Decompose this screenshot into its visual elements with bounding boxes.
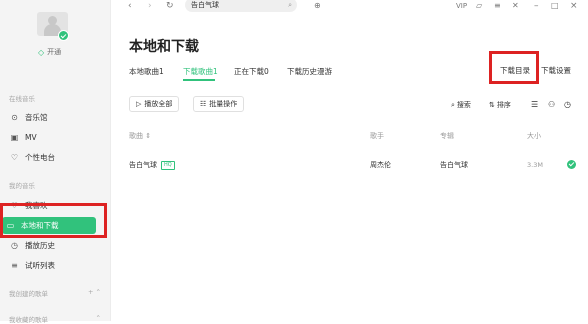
song-size: 3.3M — [527, 161, 543, 169]
sidebar-item-label: 音乐馆 — [25, 113, 48, 122]
column-header-label: 歌曲 — [129, 132, 143, 140]
sidebar: ◇ 开通 在线音乐 ⊙ 音乐馆 ▣ MV ♡ 个性电台 我的音乐 ♡ 我喜欢 ▭ 本地和下载… — [0, 0, 111, 324]
play-icon: ▷ — [136, 100, 142, 108]
list-icon: ≡ — [11, 261, 18, 270]
add-chevron-icon[interactable]: + ⌃ — [88, 288, 101, 298]
forward-icon[interactable]: › — [148, 0, 152, 12]
music-hall-icon: ⊙ — [11, 113, 18, 122]
sidebar-item-label: 本地和下载 — [21, 221, 59, 230]
listen-recognize-icon[interactable]: ⊕ — [314, 0, 321, 12]
sidebar-item-label: 个性电台 — [25, 153, 55, 162]
play-all-button[interactable]: ▷ 播放全部 — [129, 96, 180, 112]
sidebar-item-trial-list[interactable]: ≡ 试听列表 — [6, 257, 98, 274]
sidebar-item-radio[interactable]: ♡ 个性电台 — [6, 149, 98, 166]
batch-operation-button[interactable]: ☷ 批量操作 — [193, 96, 245, 112]
close-icon[interactable]: × — [570, 0, 578, 12]
column-header-song[interactable]: 歌曲 ⇕ — [129, 131, 151, 141]
song-title-label: 告白气球 — [129, 161, 157, 169]
list-view-icon[interactable]: ☰ — [531, 100, 538, 109]
sidebar-item-music-hall[interactable]: ⊙ 音乐馆 — [6, 109, 98, 126]
chevron-up-icon[interactable]: ⌃ — [96, 314, 101, 324]
song-album[interactable]: 告白气球 — [440, 160, 468, 170]
sidebar-item-local-download[interactable]: ▭ 本地和下载 — [2, 217, 96, 234]
page-title: 本地和下载 — [129, 39, 199, 55]
minimize-icon[interactable]: – — [534, 0, 539, 12]
mini-mode-icon[interactable]: ✕ — [512, 0, 519, 12]
tab-download-history[interactable]: 下载历史漫游 — [287, 66, 332, 77]
open-vip-label: 开通 — [47, 48, 62, 56]
sidebar-item-label: MV — [25, 133, 37, 142]
sidebar-item-history[interactable]: ◷ 播放历史 — [6, 237, 98, 254]
collected-playlists-label: 我收藏的歌单 — [9, 316, 48, 324]
active-tab-underline — [183, 79, 215, 81]
sidebar-item-label: 播放历史 — [25, 241, 55, 250]
download-settings-button[interactable]: 下载设置 — [541, 65, 571, 76]
sort-toggle-icon: ⇕ — [145, 132, 152, 140]
column-header-album[interactable]: 专辑 — [440, 131, 454, 141]
singer-view-icon[interactable]: ⚇ — [548, 100, 555, 109]
play-all-label: 播放全部 — [144, 100, 173, 108]
song-title[interactable]: 告白气球 HQ — [129, 160, 175, 170]
search-input[interactable]: 告白气球 ⌕ — [185, 0, 297, 12]
sidebar-item-label: 试听列表 — [25, 261, 55, 270]
vip-button[interactable]: VIP — [456, 0, 467, 12]
sidebar-item-mv[interactable]: ▣ MV — [6, 129, 98, 146]
collected-playlists-header[interactable]: 我收藏的歌单 ⌃ — [9, 314, 101, 324]
back-icon[interactable]: ‹ — [128, 0, 132, 12]
mv-icon: ▣ — [10, 133, 19, 142]
tab-downloaded-songs[interactable]: 下载歌曲1 — [183, 66, 218, 77]
sort-icon: ⇅ — [489, 101, 495, 109]
vip-badge-icon — [58, 30, 69, 41]
heart-icon: ♡ — [10, 201, 19, 210]
column-header-size[interactable]: 大小 — [527, 131, 541, 141]
search-icon[interactable]: ⌕ — [288, 0, 292, 12]
refresh-icon[interactable]: ↻ — [166, 0, 174, 12]
monitor-icon: ▭ — [6, 221, 15, 230]
time-view-icon[interactable]: ◷ — [564, 100, 571, 109]
section-online-music: 在线音乐 — [9, 95, 35, 103]
sort-label: 排序 — [496, 101, 511, 109]
song-singer[interactable]: 周杰伦 — [370, 160, 391, 170]
sidebar-item-favorites[interactable]: ♡ 我喜欢 — [6, 197, 98, 214]
batch-icon: ☷ — [200, 100, 207, 108]
tab-downloading[interactable]: 正在下载0 — [234, 66, 269, 77]
search-value: 告白气球 — [191, 1, 219, 9]
open-vip-button[interactable]: ◇ 开通 — [38, 47, 61, 57]
section-my-music: 我的音乐 — [9, 182, 35, 190]
created-playlists-label: 我创建的歌单 — [9, 290, 48, 298]
batch-label: 批量操作 — [209, 100, 238, 108]
sort-button[interactable]: ⇅ 排序 — [489, 100, 511, 110]
search-icon: ⌕ — [451, 100, 455, 109]
history-icon: ◷ — [11, 241, 18, 250]
created-playlists-header[interactable]: 我创建的歌单 + ⌃ — [9, 288, 101, 298]
skin-icon[interactable]: ▱ — [476, 0, 482, 12]
quality-badge: HQ — [161, 160, 175, 170]
menu-icon[interactable]: ≡ — [494, 0, 501, 12]
maximize-icon[interactable]: □ — [551, 0, 559, 12]
radio-icon: ♡ — [10, 153, 19, 162]
search-local-label: 搜索 — [456, 101, 471, 109]
download-directory-button[interactable]: 下载目录 — [500, 65, 530, 76]
tab-local-songs[interactable]: 本地歌曲1 — [129, 66, 164, 77]
diamond-icon: ◇ — [38, 47, 45, 57]
downloaded-check-icon — [567, 160, 576, 169]
column-header-singer[interactable]: 歌手 — [370, 131, 384, 141]
search-local-button[interactable]: ⌕ 搜索 — [451, 100, 471, 110]
sidebar-item-label: 我喜欢 — [25, 201, 48, 210]
